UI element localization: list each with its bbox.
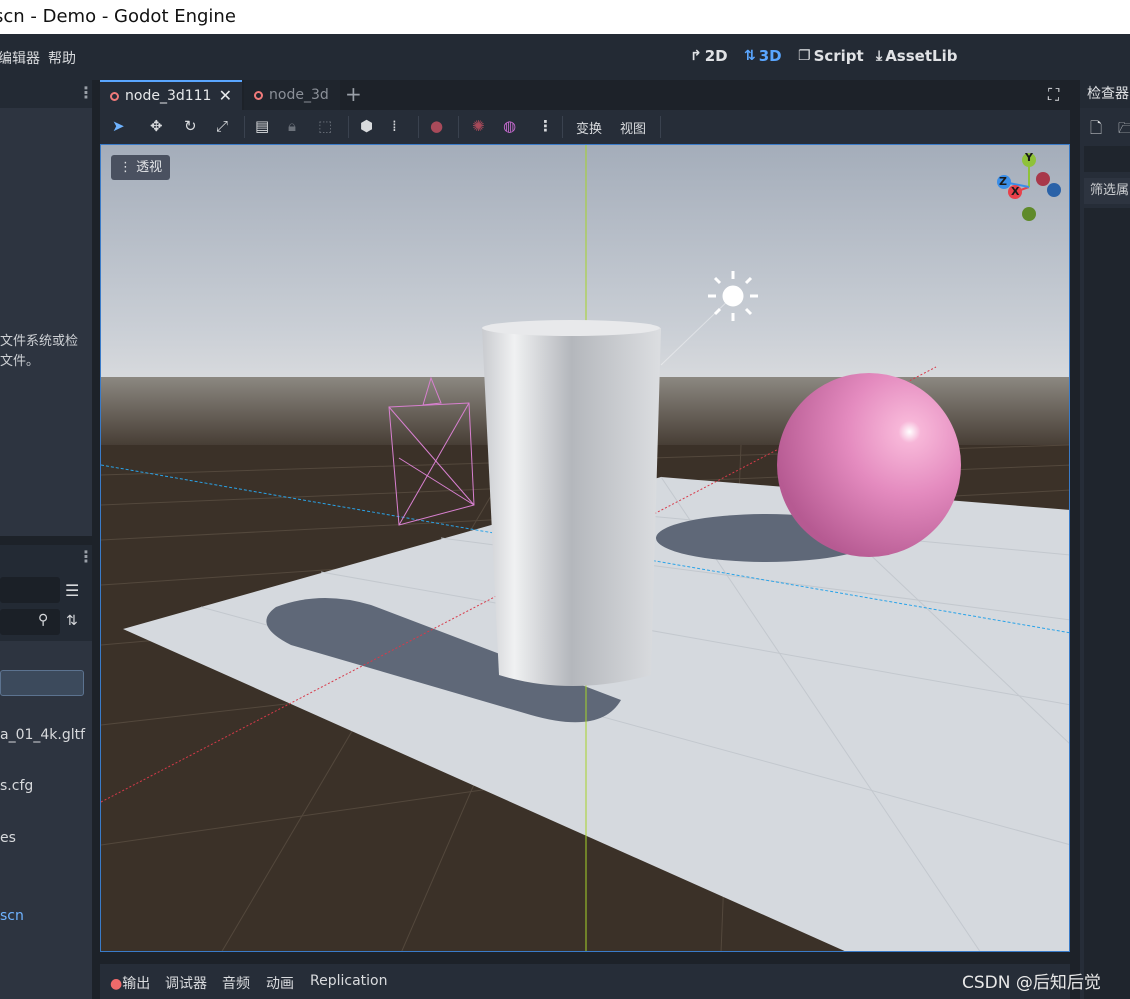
menu-editor[interactable]: 编辑器: [0, 48, 40, 68]
view-menu[interactable]: 视图: [620, 118, 646, 137]
filesystem-dock: ⋮ ☰ ⚲ ⇅ a_01_4k.gltf s.cfg es scn: [0, 545, 94, 999]
dock-menu-icon[interactable]: ⋮: [78, 83, 94, 102]
sort-icon[interactable]: ⇅: [66, 613, 78, 629]
toolbar-separator-6: [660, 116, 661, 138]
inspector-object-bar: [1084, 146, 1130, 172]
fs-filter-input[interactable]: ⚲: [0, 609, 60, 635]
window-title: scn - Demo - Godot Engine: [0, 6, 236, 27]
tab-output[interactable]: ●输出: [110, 973, 150, 993]
move-tool-icon[interactable]: ✥: [150, 117, 163, 135]
gizmo-z-label[interactable]: Z: [999, 175, 1007, 188]
cylinder: [482, 322, 661, 686]
assetlib-icon: ⤓: [876, 48, 883, 64]
split-view-icon[interactable]: ☰: [65, 581, 79, 600]
tab-replication[interactable]: Replication: [310, 973, 387, 989]
fs-item-scn[interactable]: scn: [0, 908, 24, 924]
close-tab-icon[interactable]: ✕: [219, 81, 232, 111]
select-tool-icon[interactable]: ➤: [112, 117, 125, 135]
scene-root-icon-2: [254, 90, 263, 100]
camera-preview-icon[interactable]: ●: [430, 117, 443, 135]
inspector-dock: 检查器 🗋︎ 🗁︎ 筛选属: [1080, 80, 1130, 999]
mode-2d-label: 2D: [704, 47, 728, 65]
more-options-icon[interactable]: ⋮: [538, 117, 553, 135]
snap-icon[interactable]: ⁞: [392, 117, 397, 135]
fs-dock-menu-icon[interactable]: ⋮: [78, 547, 94, 566]
mode-3d-button[interactable]: ⇅ 3D: [744, 47, 782, 65]
distraction-free-icon[interactable]: ⛶: [1048, 85, 1059, 105]
3d-viewport[interactable]: Y X Z ⋮ 透视: [100, 144, 1070, 952]
tab-debugger[interactable]: 调试器: [165, 973, 207, 993]
list-select-icon[interactable]: ▤: [255, 117, 269, 135]
3d-icon: ⇅: [744, 48, 756, 64]
viewport-scene: [101, 145, 1069, 951]
tab-node-3d[interactable]: node_3d: [244, 80, 340, 110]
fs-selected-row[interactable]: [0, 670, 84, 696]
tab-animation[interactable]: 动画: [266, 973, 294, 993]
fs-item-gltf[interactable]: a_01_4k.gltf: [0, 727, 85, 743]
tab-audio[interactable]: 音频: [222, 973, 250, 993]
mode-script-label: Script: [813, 47, 864, 65]
fs-path-input[interactable]: [0, 577, 60, 603]
local-space-icon[interactable]: ⬢: [360, 117, 373, 135]
gizmo-x-label[interactable]: X: [1011, 185, 1019, 198]
scene-root-icon: [110, 91, 119, 101]
toolbar-separator-5: [562, 116, 563, 138]
scene-hint-line1: 文件系统或检: [0, 334, 79, 349]
menu-help[interactable]: 帮助: [48, 48, 76, 68]
tab-node-3d111-label: node_3d111: [125, 88, 212, 104]
gizmo-y-label[interactable]: Y: [1025, 151, 1033, 164]
perspective-label: 透视: [136, 160, 163, 175]
add-tab-icon[interactable]: +: [345, 82, 362, 106]
search-icon: ⚲: [38, 612, 49, 628]
mode-3d-label: 3D: [758, 47, 782, 65]
mode-script-button[interactable]: ❐ Script: [798, 47, 864, 65]
group-icon[interactable]: ⬚: [318, 117, 332, 135]
watermark: CSDN @后知后觉: [962, 973, 1101, 993]
output-error-icon: ●: [110, 976, 123, 992]
scene-dock-body: 文件系统或检 文件。: [0, 108, 92, 536]
mode-assetlib-label: AssetLib: [885, 47, 958, 65]
scene-dock: ⋮ 文件系统或检 文件。: [0, 80, 94, 536]
lock-icon[interactable]: 🔒︎: [288, 117, 296, 135]
bottom-panel-tabs: ●输出 调试器 音频 动画 Replication: [100, 964, 1070, 999]
inspector-title[interactable]: 检查器: [1080, 80, 1130, 108]
editor-tab-bar: node_3d111 ✕ node_3d +: [100, 80, 1070, 110]
toolbar-separator: [244, 116, 245, 138]
toolbar-separator-3: [418, 116, 419, 138]
viewport-toolbar: ➤ ✥ ↻ ⤢ ▤ 🔒︎ ⬚ ⬢ ⁞ ● ✺ ◍ ⋮ 变换 视图: [100, 110, 1070, 144]
menu-bar: 编辑器 帮助 ↱ 2D ⇅ 3D ❐ Script ⤓ AssetLib: [0, 34, 1130, 80]
mode-assetlib-button[interactable]: ⤓ AssetLib: [876, 47, 957, 65]
scene-hint-line2: 文件。: [0, 354, 40, 369]
rotate-tool-icon[interactable]: ↻: [184, 117, 197, 135]
tab-output-label: 输出: [122, 976, 151, 992]
open-resource-icon[interactable]: 🗁︎: [1118, 118, 1130, 143]
sun-preview-icon[interactable]: ✺: [472, 117, 485, 135]
transform-menu[interactable]: 变换: [576, 118, 602, 137]
perspective-menu-icon: ⋮: [119, 160, 132, 175]
fs-item-es[interactable]: es: [0, 830, 16, 846]
tab-node-3d111[interactable]: node_3d111 ✕: [100, 80, 242, 110]
toolbar-separator-2: [348, 116, 349, 138]
tab-node-3d-label: node_3d: [269, 87, 329, 103]
fs-tree: a_01_4k.gltf s.cfg es scn: [0, 641, 92, 999]
script-icon: ❐: [798, 48, 811, 64]
scene-dock-header: ⋮: [0, 80, 94, 108]
new-resource-icon[interactable]: 🗋︎: [1090, 118, 1102, 143]
2d-icon: ↱: [690, 48, 702, 64]
title-bar: scn - Demo - Godot Engine: [0, 0, 1130, 34]
scale-tool-icon[interactable]: ⤢: [216, 117, 228, 135]
property-filter-input[interactable]: 筛选属: [1084, 178, 1130, 204]
mode-2d-button[interactable]: ↱ 2D: [690, 47, 728, 65]
environment-preview-icon[interactable]: ◍: [503, 117, 516, 135]
fs-item-cfg[interactable]: s.cfg: [0, 778, 33, 794]
cylinder-top: [482, 320, 660, 336]
inspector-properties: [1084, 208, 1130, 999]
sphere: [777, 373, 961, 557]
toolbar-separator-4: [458, 116, 459, 138]
perspective-menu[interactable]: ⋮ 透视: [111, 155, 171, 180]
scene-hint: 文件系统或检 文件。: [0, 332, 78, 372]
